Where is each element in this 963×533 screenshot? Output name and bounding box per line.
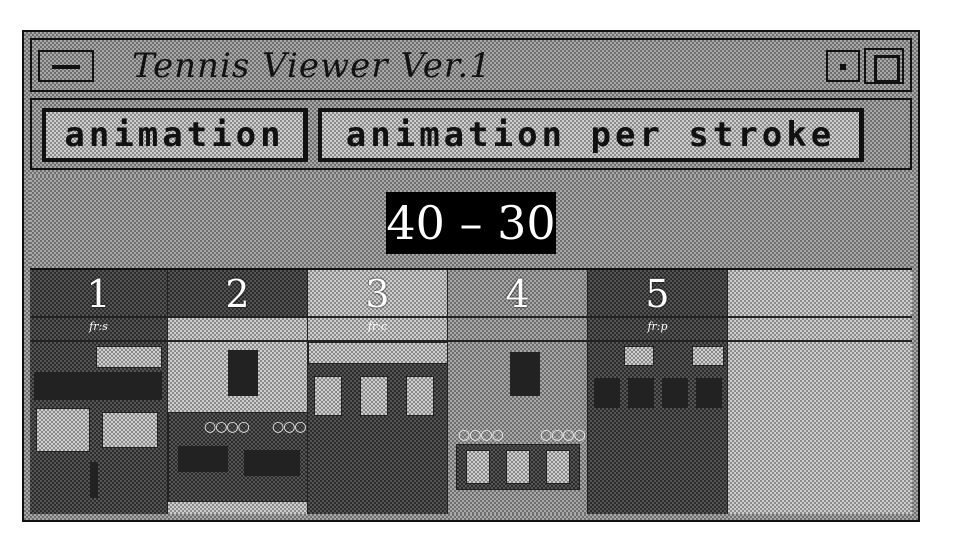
court-block — [102, 412, 158, 448]
minimize-button[interactable] — [826, 50, 860, 82]
minimize-icon — [840, 64, 846, 70]
stroke-label-5: fr:p — [647, 320, 668, 333]
ball-marks-icon: ○○○○ — [540, 427, 586, 443]
stroke-thumbnail-1[interactable] — [30, 342, 167, 514]
court-block — [36, 408, 90, 452]
stroke-column-5[interactable]: 5 fr:p — [588, 270, 728, 514]
maximize-icon — [874, 55, 900, 83]
court-block — [506, 450, 530, 484]
stroke-thumbnail-4[interactable]: ○○○○ ○○○○ — [448, 342, 587, 514]
stroke-subheader-1: fr:s — [30, 316, 167, 342]
court-block — [546, 450, 570, 484]
court-block — [662, 378, 688, 408]
stroke-label-1: fr:s — [89, 320, 108, 333]
court-block — [628, 378, 654, 408]
stroke-header-2: 2 — [168, 270, 307, 316]
court-block — [594, 378, 620, 408]
title-bar[interactable]: Tennis Viewer Ver.1 — [30, 38, 912, 92]
stroke-subheader-2 — [168, 316, 307, 342]
stroke-number-1: 1 — [86, 272, 111, 316]
empty-stroke-column — [728, 270, 912, 514]
stroke-column-1[interactable]: 1 fr:s — [30, 270, 168, 514]
stroke-number-3: 3 — [365, 272, 390, 316]
court-block — [360, 376, 388, 416]
stroke-column-4[interactable]: 4 ○○○○ ○○○○ — [448, 270, 588, 514]
stroke-column-3[interactable]: 3 fr:c — [308, 270, 448, 514]
stroke-thumbnail-2[interactable]: ○○○○ ○○○ — [168, 342, 308, 514]
court-block — [406, 376, 434, 416]
empty-subheader — [728, 316, 912, 342]
stroke-subheader-5: fr:p — [588, 316, 727, 342]
score-display: 40 – 30 — [386, 192, 556, 254]
score-area: 40 – 30 — [30, 176, 912, 268]
stroke-subheader-4 — [448, 316, 587, 342]
court-block — [624, 346, 654, 366]
maximize-button[interactable] — [864, 48, 904, 84]
ball-marks-icon: ○○○○ — [458, 427, 504, 443]
animation-button[interactable]: animation — [42, 108, 308, 162]
court-block — [34, 372, 162, 400]
stroke-number-5: 5 — [645, 272, 670, 316]
viewer-window: Tennis Viewer Ver.1 animation animation … — [22, 30, 920, 522]
window-title: Tennis Viewer Ver.1 — [132, 46, 492, 86]
court-block — [244, 450, 300, 476]
court-block — [228, 350, 258, 396]
stroke-thumbnail-5[interactable] — [588, 342, 727, 514]
stroke-header-1: 1 — [30, 270, 167, 316]
ball-marks-icon: ○○○○ — [204, 419, 250, 435]
court-block — [692, 346, 724, 366]
stroke-subheader-3: fr:c — [308, 316, 447, 342]
ball-marks-icon: ○○○ — [272, 419, 307, 435]
stroke-header-4: 4 — [448, 270, 587, 316]
court-block — [308, 342, 448, 364]
mode-button-row: animation animation per stroke — [30, 98, 912, 170]
window-menu-icon — [52, 65, 80, 69]
stroke-column-2[interactable]: 2 ○○○○ ○○○ — [168, 270, 308, 514]
stroke-number-4: 4 — [505, 272, 530, 316]
court-block — [178, 446, 228, 472]
stroke-header-3: 3 — [308, 270, 447, 316]
stroke-label-3: fr:c — [367, 320, 388, 333]
court-block — [90, 462, 98, 498]
stroke-header-5: 5 — [588, 270, 727, 316]
court-block — [96, 346, 162, 368]
stroke-number-2: 2 — [225, 272, 250, 316]
court-block — [696, 378, 722, 408]
court-block — [314, 376, 342, 416]
stroke-thumbnail-3[interactable] — [308, 342, 448, 514]
stroke-panel-area: 1 fr:s 2 ○○○○ ○○○ 3 fr:c 4 ○○○○ ○○○○ 5 f… — [30, 268, 912, 514]
court-block — [510, 352, 540, 396]
court-block — [466, 450, 490, 484]
animation-per-stroke-button[interactable]: animation per stroke — [318, 108, 864, 162]
window-menu-button[interactable] — [38, 50, 94, 82]
